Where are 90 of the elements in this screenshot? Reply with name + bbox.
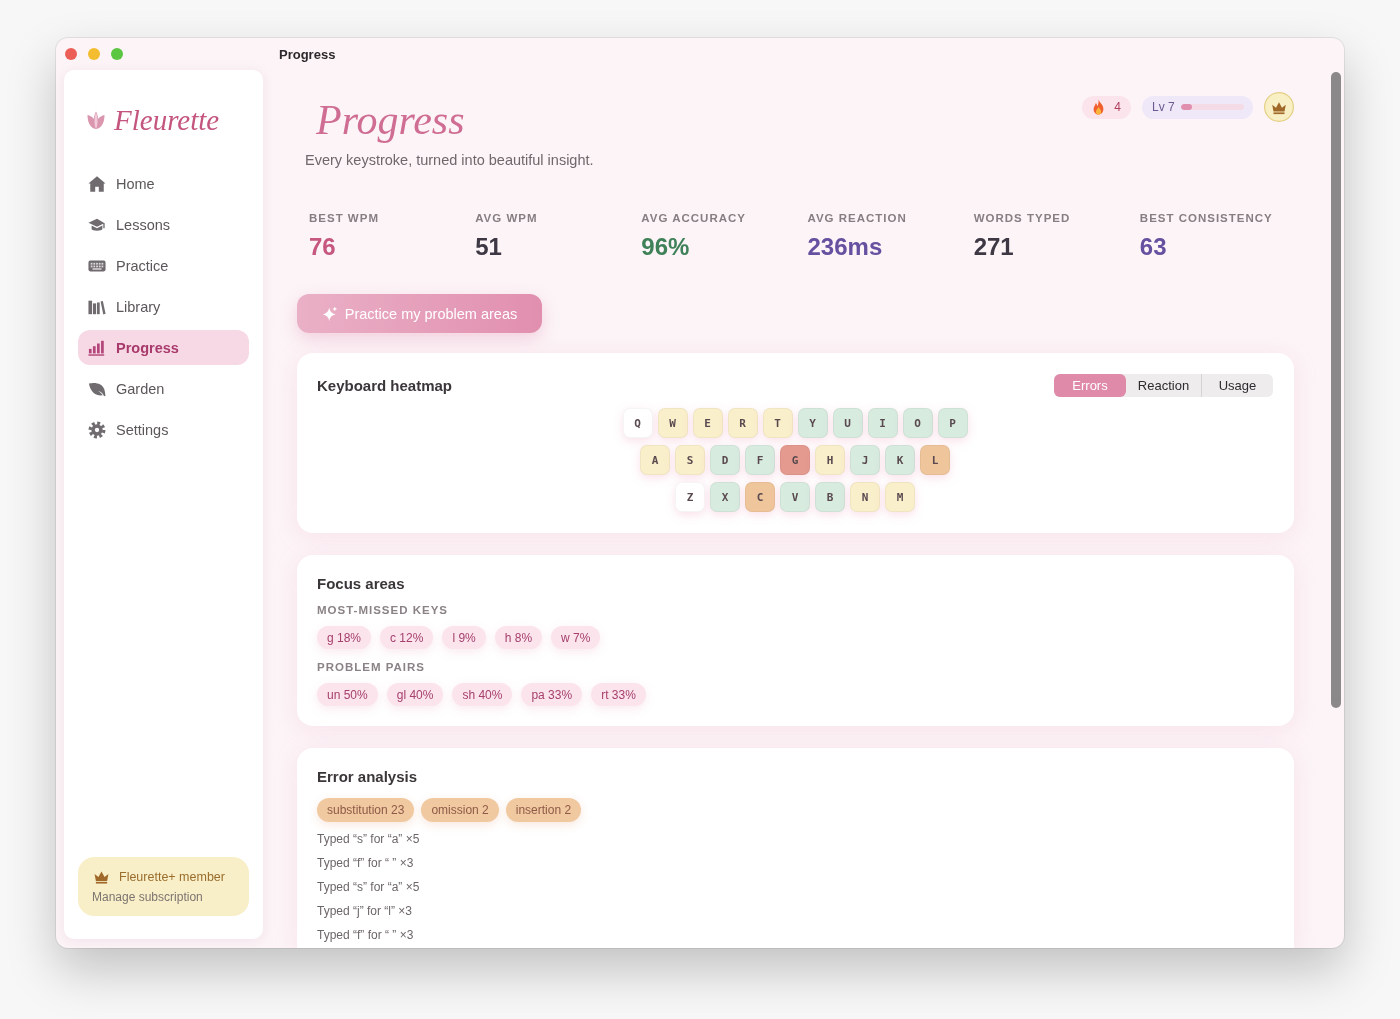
section-label: PROBLEM PAIRS: [317, 660, 426, 674]
keyboard-key: B: [815, 482, 845, 512]
nav-item[interactable]: Practice: [78, 248, 249, 283]
keyboard-key: K: [885, 445, 915, 475]
keyboard-key: A: [640, 445, 670, 475]
keyboard-key: X: [710, 482, 740, 512]
keyboard-key: F: [745, 445, 775, 475]
minimize-icon[interactable]: [88, 48, 100, 60]
membership-label: Fleurette+ member: [119, 870, 225, 884]
stat-label: BEST WPM: [309, 211, 380, 225]
stat-label: AVG REACTION: [807, 211, 908, 225]
keyboard-key: E: [692, 408, 723, 438]
keyboard-key: T: [762, 408, 793, 438]
error-detail-text: Typed “s” for “a” ×5: [317, 879, 421, 896]
house-icon: [88, 174, 106, 193]
focus-tag: w 7%: [551, 626, 601, 649]
nav-item[interactable]: Garden: [78, 371, 249, 406]
keyboard-key: S: [675, 445, 705, 475]
error-type-tag: substitution 23: [317, 798, 415, 822]
nav-item[interactable]: Library: [78, 289, 249, 324]
page-title: Progress: [316, 96, 466, 145]
keyboard-key: H: [815, 445, 845, 475]
keyboard-key: V: [780, 482, 810, 512]
keyboard-key: Q: [622, 408, 653, 438]
card-title: Keyboard heatmap: [317, 376, 453, 395]
app-name: Fleurette: [114, 103, 220, 138]
focus-tag: h 8%: [494, 626, 543, 649]
focus-tag: c 12%: [380, 626, 434, 649]
keyboard-key: Y: [797, 408, 828, 438]
keyboard-key: G: [780, 445, 810, 475]
keyboard-key: N: [850, 482, 880, 512]
stat-value: 96%: [641, 232, 691, 262]
zoom-icon[interactable]: [111, 48, 123, 60]
keyboard-key: J: [850, 445, 880, 475]
nav-item[interactable]: Progress: [78, 330, 249, 365]
keyboard-key: P: [937, 408, 968, 438]
focus-tag: l 9%: [442, 626, 486, 649]
keyboard-key: W: [657, 408, 688, 438]
focus-tag: gl 40%: [386, 683, 444, 706]
heatmap-mode-tab[interactable]: Usage: [1201, 374, 1273, 397]
error-detail-text: Typed “j” for “l” ×3: [317, 903, 414, 920]
gear-icon: [88, 420, 106, 439]
focus-tag: sh 40%: [452, 683, 513, 706]
focus-tag: g 18%: [317, 626, 372, 649]
focus-tag: rt 33%: [591, 683, 646, 706]
crown-icon[interactable]: [1264, 92, 1294, 122]
bar-chart-icon: [88, 338, 106, 357]
focus-tag: un 50%: [317, 683, 378, 706]
sparkle-icon: [321, 305, 338, 322]
error-type-tag: insertion 2: [505, 798, 582, 822]
keyboard-key: I: [867, 408, 898, 438]
streak-count: 4: [1114, 100, 1121, 114]
error-detail-text: Typed “f” for “ ” ×3: [317, 927, 415, 944]
nav-item[interactable]: Lessons: [78, 207, 249, 242]
keyboard-key: R: [727, 408, 758, 438]
keyboard-key: C: [745, 482, 775, 512]
level-label: Lv 7: [1152, 100, 1175, 114]
keyboard-key: Z: [675, 482, 705, 512]
card-title: Focus areas: [317, 575, 406, 593]
keyboard-key: M: [885, 482, 915, 512]
stat-label: BEST CONSISTENCY: [1139, 211, 1274, 225]
manage-subscription-link[interactable]: Manage subscription: [92, 890, 203, 904]
stat-value: 271: [973, 232, 1015, 262]
error-detail-text: Typed “s” for “a” ×5: [317, 831, 421, 848]
stat-value: 236ms: [807, 232, 884, 262]
section-label: MOST-MISSED KEYS: [317, 603, 450, 617]
stat-label: WORDS TYPED: [973, 211, 1072, 225]
window-title: Progress: [279, 46, 336, 62]
stat-value: 51: [475, 232, 503, 262]
nav-item[interactable]: Home: [78, 166, 249, 201]
page-subtitle: Every keystroke, turned into beautiful insight.: [305, 151, 594, 170]
keyboard-key: U: [832, 408, 863, 438]
keyboard-key: O: [902, 408, 933, 438]
stat-value: 76: [309, 232, 337, 262]
error-type-tag: omission 2: [421, 798, 499, 822]
close-icon[interactable]: [65, 48, 77, 60]
flame-icon: [1092, 99, 1106, 115]
crown-icon: [94, 870, 109, 884]
keyboard-key: D: [710, 445, 740, 475]
error-detail-text: Typed “f” for “ ” ×3: [317, 855, 415, 872]
keyboard-key: L: [920, 445, 950, 475]
focus-tag: pa 33%: [521, 683, 583, 706]
stat-value: 63: [1139, 232, 1168, 262]
nav-item[interactable]: Settings: [78, 412, 249, 447]
card-title: Error analysis: [317, 768, 419, 786]
heatmap-mode-tab[interactable]: Reaction: [1126, 374, 1201, 397]
scrollbar-thumb[interactable]: [1331, 72, 1341, 708]
stat-label: AVG WPM: [475, 211, 539, 225]
stat-label: AVG ACCURACY: [641, 211, 747, 225]
tulip-icon: [86, 110, 106, 130]
